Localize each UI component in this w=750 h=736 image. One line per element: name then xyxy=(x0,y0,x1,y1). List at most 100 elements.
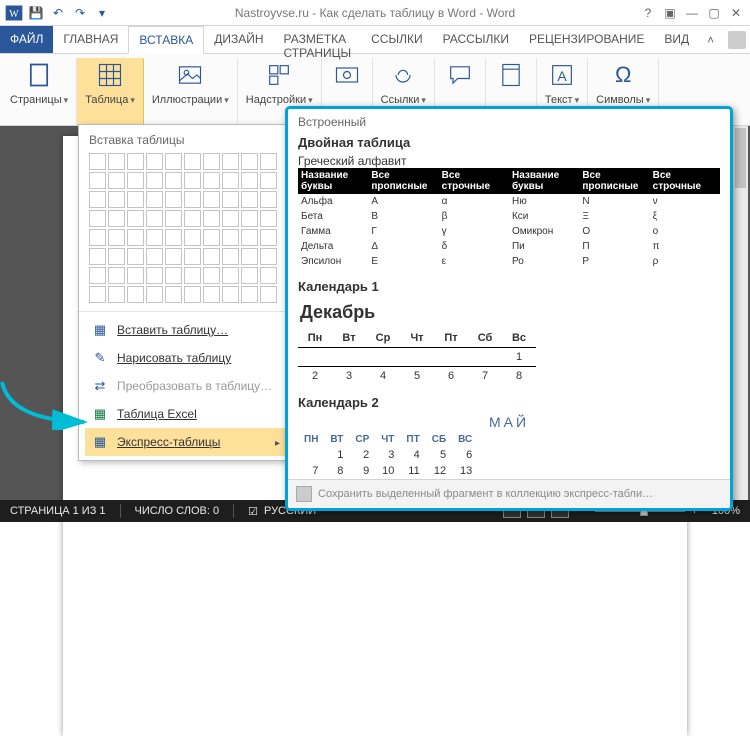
grid-cell[interactable] xyxy=(184,267,201,284)
grid-cell[interactable] xyxy=(127,191,144,208)
grid-cell[interactable] xyxy=(184,286,201,303)
panel-calendar2[interactable]: Календарь 2 xyxy=(298,395,720,410)
grid-cell[interactable] xyxy=(222,191,239,208)
grid-cell[interactable] xyxy=(108,267,125,284)
menu-draw-table[interactable]: ✎ Нарисовать таблицу xyxy=(85,344,286,372)
grid-cell[interactable] xyxy=(127,248,144,265)
greek-table[interactable]: Название буквыВсе прописныеВсе строчныеН… xyxy=(298,168,720,269)
grid-cell[interactable] xyxy=(203,191,220,208)
grid-cell[interactable] xyxy=(146,286,163,303)
grid-cell[interactable] xyxy=(89,210,106,227)
minimize-icon[interactable]: ― xyxy=(682,3,702,23)
grid-cell[interactable] xyxy=(165,286,182,303)
grid-cell[interactable] xyxy=(89,267,106,284)
grid-cell[interactable] xyxy=(222,229,239,246)
tab-references[interactable]: ССЫЛКИ xyxy=(361,26,432,53)
grid-cell[interactable] xyxy=(89,172,106,189)
grid-cell[interactable] xyxy=(203,267,220,284)
grid-cell[interactable] xyxy=(241,267,258,284)
tab-insert[interactable]: ВСТАВКА xyxy=(128,26,204,54)
status-words[interactable]: ЧИСЛО СЛОВ: 0 xyxy=(135,505,220,517)
grid-cell[interactable] xyxy=(184,153,201,170)
collapse-ribbon-icon[interactable]: ˄ xyxy=(707,33,714,47)
grid-cell[interactable] xyxy=(203,153,220,170)
grid-cell[interactable] xyxy=(184,172,201,189)
grid-cell[interactable] xyxy=(203,210,220,227)
grid-cell[interactable] xyxy=(241,248,258,265)
grid-cell[interactable] xyxy=(184,210,201,227)
panel-calendar1[interactable]: Календарь 1 xyxy=(298,279,720,294)
grid-cell[interactable] xyxy=(127,229,144,246)
ribbon-display-icon[interactable]: ▣ xyxy=(660,3,680,23)
grid-cell[interactable] xyxy=(260,248,277,265)
grid-cell[interactable] xyxy=(222,172,239,189)
status-page[interactable]: СТРАНИЦА 1 ИЗ 1 xyxy=(10,505,106,517)
tab-review[interactable]: РЕЦЕНЗИРОВАНИЕ xyxy=(519,26,654,53)
table-size-grid[interactable] xyxy=(89,153,282,303)
grid-cell[interactable] xyxy=(108,172,125,189)
grid-cell[interactable] xyxy=(127,172,144,189)
grid-cell[interactable] xyxy=(89,286,106,303)
grid-cell[interactable] xyxy=(108,153,125,170)
grid-cell[interactable] xyxy=(241,210,258,227)
grid-cell[interactable] xyxy=(241,286,258,303)
tab-home[interactable]: ГЛАВНАЯ xyxy=(53,26,128,53)
grid-cell[interactable] xyxy=(203,286,220,303)
tab-file[interactable]: ФАЙЛ xyxy=(0,26,53,53)
grid-cell[interactable] xyxy=(260,172,277,189)
qat-customize-icon[interactable]: ▾ xyxy=(92,3,112,23)
grid-cell[interactable] xyxy=(165,191,182,208)
grid-cell[interactable] xyxy=(165,153,182,170)
grid-cell[interactable] xyxy=(222,210,239,227)
close-icon[interactable]: ✕ xyxy=(726,3,746,23)
tab-design[interactable]: ДИЗАЙН xyxy=(204,26,273,53)
grid-cell[interactable] xyxy=(146,229,163,246)
panel-footer[interactable]: Сохранить выделенный фрагмент в коллекци… xyxy=(288,479,730,508)
grid-cell[interactable] xyxy=(222,153,239,170)
menu-excel-table[interactable]: ▦ Таблица Excel xyxy=(85,400,286,428)
grid-cell[interactable] xyxy=(260,210,277,227)
vertical-scrollbar[interactable] xyxy=(732,126,748,500)
tab-layout[interactable]: РАЗМЕТКА СТРАНИЦЫ xyxy=(274,26,362,53)
grid-cell[interactable] xyxy=(203,172,220,189)
grid-cell[interactable] xyxy=(108,286,125,303)
menu-quick-tables[interactable]: ▦ Экспресс-таблицы xyxy=(85,428,286,456)
grid-cell[interactable] xyxy=(127,210,144,227)
grid-cell[interactable] xyxy=(146,172,163,189)
undo-icon[interactable]: ↶ xyxy=(48,3,68,23)
grid-cell[interactable] xyxy=(241,229,258,246)
grid-cell[interactable] xyxy=(241,153,258,170)
grid-cell[interactable] xyxy=(89,229,106,246)
user-icon[interactable] xyxy=(728,31,746,49)
grid-cell[interactable] xyxy=(108,229,125,246)
grid-cell[interactable] xyxy=(260,153,277,170)
cal1-table[interactable]: ПнВтСрЧтПтСбВс 1 2345678 xyxy=(298,329,536,385)
grid-cell[interactable] xyxy=(241,172,258,189)
grid-cell[interactable] xyxy=(260,267,277,284)
cal2-table[interactable]: ПНВТСРЧТПТСБВС 1234567891011121314151617… xyxy=(298,432,478,479)
grid-cell[interactable] xyxy=(127,267,144,284)
grid-cell[interactable] xyxy=(108,191,125,208)
grid-cell[interactable] xyxy=(165,172,182,189)
tab-view[interactable]: ВИД xyxy=(654,26,699,53)
grid-cell[interactable] xyxy=(146,153,163,170)
word-icon[interactable]: W xyxy=(4,3,24,23)
grid-cell[interactable] xyxy=(241,191,258,208)
grid-cell[interactable] xyxy=(89,191,106,208)
grid-cell[interactable] xyxy=(203,248,220,265)
grid-cell[interactable] xyxy=(165,210,182,227)
grid-cell[interactable] xyxy=(146,267,163,284)
grid-cell[interactable] xyxy=(184,229,201,246)
grid-cell[interactable] xyxy=(89,248,106,265)
grid-cell[interactable] xyxy=(184,248,201,265)
grid-cell[interactable] xyxy=(260,229,277,246)
grid-cell[interactable] xyxy=(89,153,106,170)
grid-cell[interactable] xyxy=(260,191,277,208)
grid-cell[interactable] xyxy=(146,191,163,208)
tab-mailings[interactable]: РАССЫЛКИ xyxy=(433,26,519,53)
group-pages[interactable]: Страницы xyxy=(2,58,77,125)
group-table[interactable]: Таблица xyxy=(77,58,144,125)
grid-cell[interactable] xyxy=(260,286,277,303)
grid-cell[interactable] xyxy=(222,267,239,284)
panel-double-table[interactable]: Двойная таблица xyxy=(298,135,720,150)
